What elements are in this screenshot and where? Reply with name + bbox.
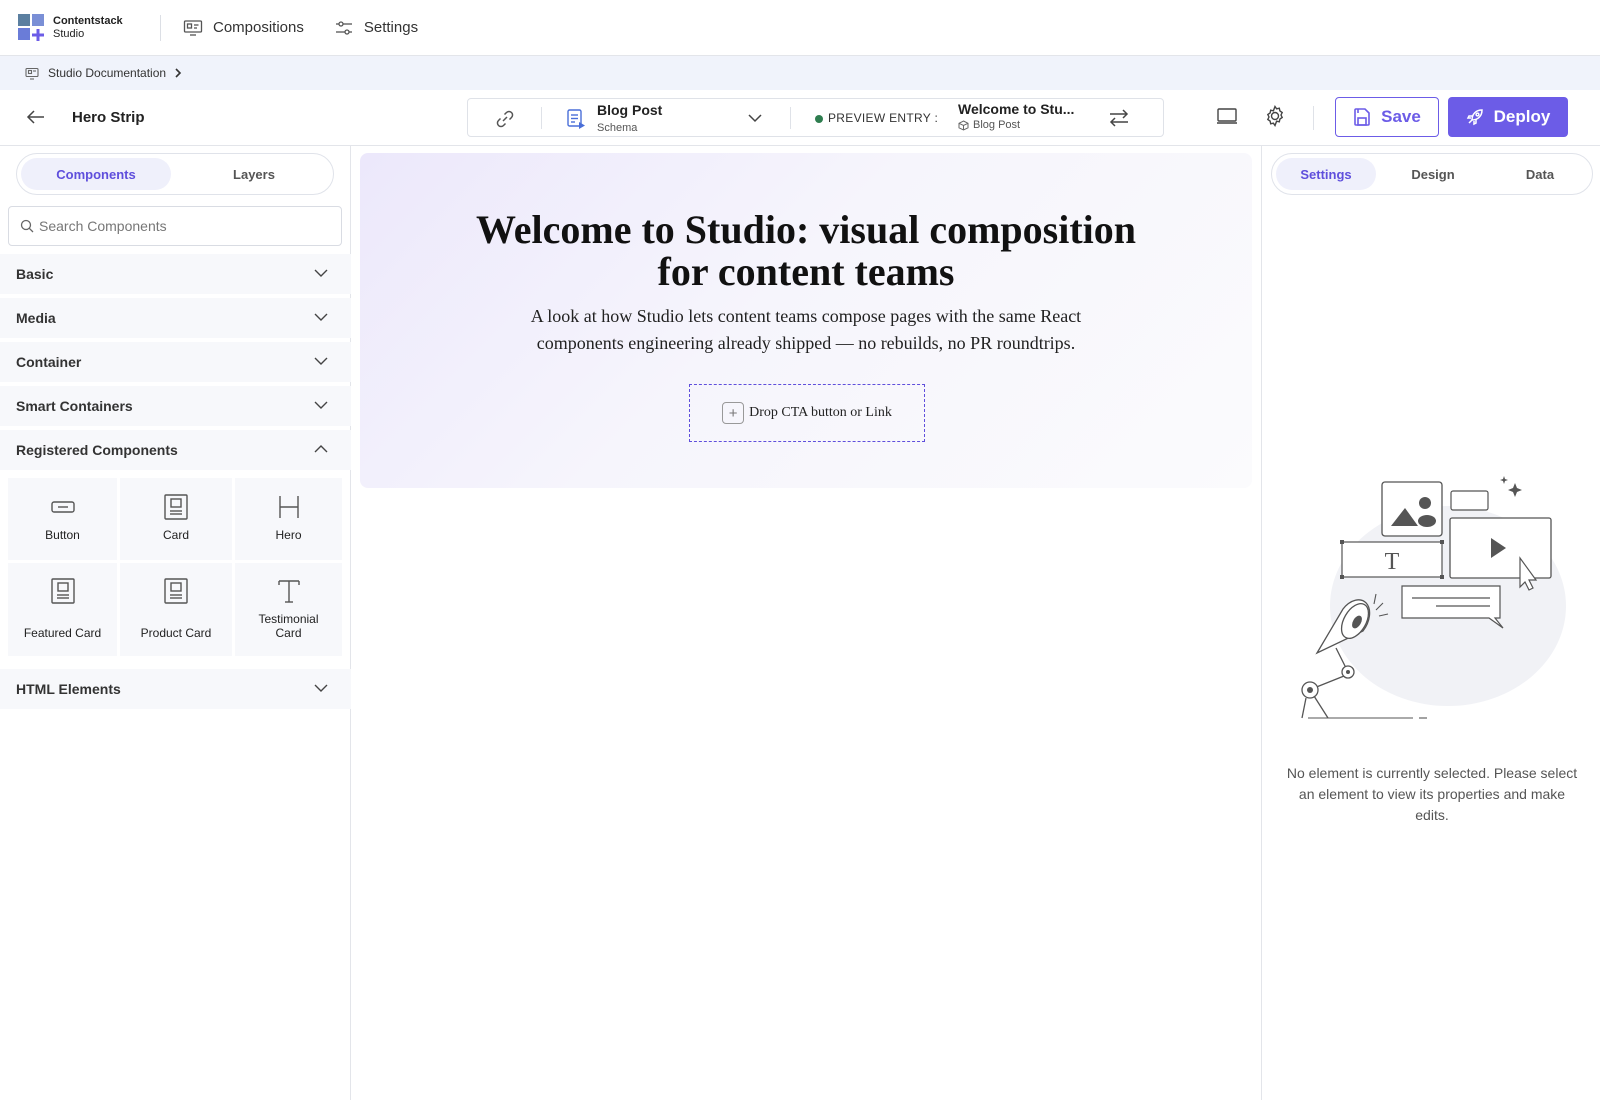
breadcrumb-project[interactable]: Studio Documentation [48,66,166,80]
sliders-icon [335,20,352,35]
cube-icon [958,119,969,131]
chevron-down-icon [314,269,328,277]
preview-entry-title[interactable]: Welcome to Stu... [958,101,1074,117]
entry-context-bar: Blog Post Schema PREVIEW ENTRY : Welcome… [467,98,1164,137]
section-registered-components[interactable]: Registered Components [0,430,351,470]
chevron-down-icon [314,684,328,692]
nav-compositions[interactable]: Compositions [183,19,304,37]
section-basic[interactable]: Basic [0,254,351,294]
nav-settings-label: Settings [363,19,419,36]
drop-zone-label: Drop CTA button or Link [749,405,892,420]
brand-name: Contentstack [53,14,123,27]
card-icon [50,578,75,604]
component-button[interactable]: Button [8,478,117,560]
left-panel-tabs: Components Layers [16,153,334,195]
save-icon [1354,108,1370,126]
tab-design[interactable]: Design [1383,158,1483,190]
nav-settings[interactable]: Settings [334,19,418,37]
tab-layers[interactable]: Layers [179,158,329,190]
desktop-preview-icon[interactable] [1216,107,1238,125]
empty-state-illustration: T [1301,476,1566,719]
brand-product: Studio [53,27,85,40]
compositions-icon [183,19,203,36]
components-panel: Components Layers Search Components Basi… [0,146,351,1100]
component-product-card[interactable]: Product Card [120,563,232,656]
chevron-down-icon [314,357,328,365]
divider [790,107,791,129]
divider [1313,106,1314,130]
component-testimonial-card[interactable]: Testimonial Card [235,563,342,656]
plus-icon: + [722,402,745,424]
chevron-up-icon [314,445,328,453]
chevron-down-icon[interactable] [747,112,763,124]
section-container[interactable]: Container [0,342,351,382]
schema-subtitle: Schema [597,122,638,134]
link-icon[interactable] [494,108,516,130]
nav-compositions-label: Compositions [213,19,304,36]
search-placeholder: Search Components [39,218,167,234]
card-icon [164,578,188,604]
button-icon [50,501,75,513]
save-button[interactable]: Save [1335,97,1439,137]
divider [541,107,542,129]
deploy-button[interactable]: Deploy [1448,97,1568,137]
editor-toolbar: Hero Strip Blog Post Schema PREVIEW ENTR… [0,90,1600,146]
back-arrow-icon[interactable] [25,106,47,128]
tab-components[interactable]: Components [21,158,171,190]
schema-icon [567,109,585,129]
chevron-down-icon [314,401,328,409]
composition-canvas[interactable]: Welcome to Studio: visual composition fo… [351,146,1261,1100]
text-icon [277,580,300,603]
hero-icon [278,496,299,518]
section-smart-containers[interactable]: Smart Containers [0,386,351,426]
search-icon [20,219,34,233]
status-dot [815,115,823,123]
nav-divider [160,14,161,41]
page-title: Hero Strip [72,109,145,126]
swap-icon[interactable] [1108,108,1130,128]
tab-settings[interactable]: Settings [1276,158,1376,190]
project-icon [25,67,39,80]
gear-icon[interactable] [1263,104,1287,128]
hero-title[interactable]: Welcome to Studio: visual composition fo… [360,209,1252,293]
preview-entry-label: PREVIEW ENTRY : [828,111,939,125]
component-hero[interactable]: Hero [235,478,342,560]
registered-components-grid: Button Card Hero Featured Card Product C… [8,478,342,656]
rocket-icon [1466,109,1483,126]
hero-strip[interactable]: Welcome to Studio: visual composition fo… [360,153,1252,488]
right-panel-tabs: Settings Design Data [1271,153,1593,195]
search-input[interactable]: Search Components [8,206,342,246]
svg-text:T: T [1385,549,1400,575]
section-html-elements[interactable]: HTML Elements [0,669,351,709]
empty-state-message: No element is currently selected. Please… [1286,765,1578,823]
chevron-right-icon[interactable] [174,67,182,79]
top-nav: Contentstack Studio Compositions Setting… [0,0,1600,56]
cta-drop-zone[interactable]: + Drop CTA button or Link [689,384,925,442]
hero-subtitle[interactable]: A look at how Studio lets content teams … [360,303,1252,357]
logo[interactable]: Contentstack Studio [18,13,160,42]
section-media[interactable]: Media [0,298,351,338]
schema-title[interactable]: Blog Post [597,102,662,118]
component-featured-card[interactable]: Featured Card [8,563,117,656]
chevron-down-icon [314,313,328,321]
tab-data[interactable]: Data [1490,158,1590,190]
card-icon [164,494,188,520]
component-card[interactable]: Card [120,478,232,560]
breadcrumb: Studio Documentation [0,56,1600,90]
logo-icon [18,13,46,42]
properties-panel: Settings Design Data T No element is cur… [1261,146,1600,1100]
preview-entry-type: Blog Post [958,119,1020,131]
